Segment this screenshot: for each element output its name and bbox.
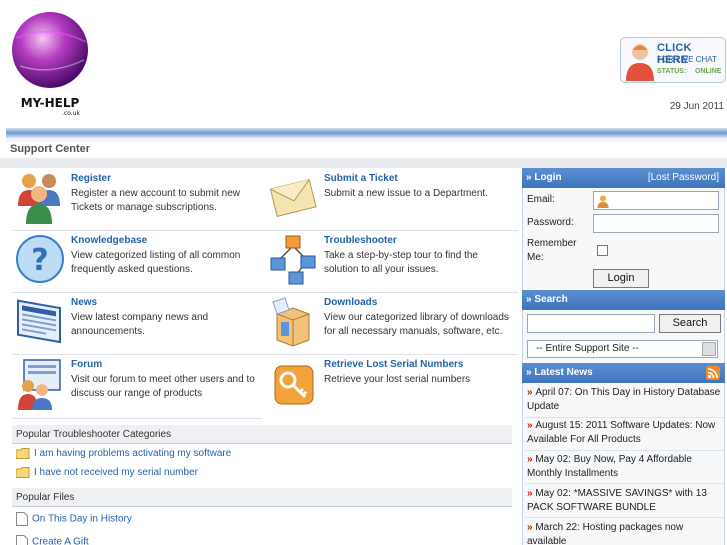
box-icon [272, 297, 310, 347]
module-news[interactable]: News View latest company news and announ… [12, 292, 264, 354]
user-icon [597, 195, 609, 208]
troubleshooter-link[interactable]: I have not received my serial number [16, 467, 198, 478]
search-scope-select[interactable]: -- Entire Support Site -- [527, 340, 718, 358]
login-button[interactable]: Login [593, 269, 649, 288]
remember-me-checkbox[interactable] [597, 245, 608, 256]
support-agent-icon [626, 44, 654, 81]
login-form: Email: Password: Remember Me: Login [522, 188, 725, 290]
login-heading: » Login [Lost Password] [522, 168, 725, 188]
svg-text:MY-HELP: MY-HELP [21, 96, 80, 110]
file-link[interactable]: On This Day in History [16, 512, 132, 526]
news-icon [17, 299, 61, 344]
news-item[interactable]: » May 02: Buy Now, Pay 4 Affordable Mont… [527, 453, 723, 481]
file-icon [16, 512, 28, 526]
module-divider [12, 230, 518, 231]
file-icon [16, 535, 28, 545]
file-link[interactable]: Create A Gift [16, 535, 89, 545]
remember-label: Remember [527, 238, 577, 249]
search-button[interactable]: Search [659, 314, 721, 333]
module-title[interactable]: Forum [71, 359, 102, 370]
news-divider [525, 417, 724, 418]
header-divider-light [6, 138, 727, 142]
search-heading-text: » Search [526, 294, 568, 305]
envelope-icon [269, 178, 317, 217]
search-input[interactable] [527, 314, 655, 333]
email-field[interactable] [593, 191, 719, 210]
module-description: View latest company news and announcemen… [71, 312, 209, 337]
email-label: Email: [527, 194, 555, 205]
module-register[interactable]: Register Register a new account to submi… [12, 168, 264, 230]
module-downloads[interactable]: Downloads View our categorized library o… [265, 292, 517, 354]
svg-text:?: ? [31, 243, 48, 278]
module-divider [12, 418, 262, 419]
module-forum[interactable]: Forum Visit our forum to meet other user… [12, 354, 264, 416]
module-title[interactable]: Troubleshooter [324, 235, 397, 246]
module-title[interactable]: Retrieve Lost Serial Numbers [324, 359, 464, 370]
module-knowledgebase[interactable]: ? Knowledgebase View categorized listing… [12, 230, 264, 292]
module-description: Visit our forum to meet other users and … [71, 374, 255, 399]
logo[interactable]: MY-HELP .co.uk [6, 6, 94, 118]
news-item[interactable]: » March 22: Hosting packages now availab… [527, 521, 723, 545]
live-chat-button[interactable]: CLICK HERE FOR LIVE CHAT STATUS: ONLINE [620, 37, 726, 83]
title-bar [0, 158, 727, 168]
header-divider [6, 128, 727, 138]
module-description: View categorized listing of all common f… [71, 250, 241, 275]
flowchart-icon [270, 235, 316, 285]
password-field[interactable] [593, 214, 719, 233]
module-submit-ticket[interactable]: Submit a Ticket Submit a new issue to a … [265, 168, 517, 230]
users-icon [18, 174, 60, 224]
modules-grid: Register Register a new account to submi… [12, 168, 518, 419]
module-title[interactable]: News [71, 297, 97, 308]
folder-icon [16, 448, 30, 459]
module-divider [12, 292, 518, 293]
module-description: View our categorized library of download… [324, 312, 509, 337]
page-title: Support Center [10, 143, 91, 155]
latest-news-list: » April 07: On This Day in History Datab… [522, 383, 725, 545]
login-heading-text: » Login [526, 172, 562, 183]
password-label: Password: [527, 217, 574, 228]
chevron-down-icon [702, 342, 716, 356]
module-description: Submit a new issue to a Department. [324, 188, 488, 199]
news-divider [525, 483, 724, 484]
news-divider [525, 450, 724, 451]
news-divider [525, 517, 724, 518]
folder-icon [16, 467, 30, 478]
module-description: Retrieve your lost serial numbers [324, 374, 471, 385]
news-item[interactable]: » April 07: On This Day in History Datab… [527, 386, 723, 414]
module-title[interactable]: Knowledgebase [71, 235, 147, 246]
remember-label-2: Me: [527, 252, 544, 263]
module-description: Register a new account to submit new Tic… [71, 188, 240, 213]
current-date: 29 Jun 2011 [669, 101, 724, 112]
module-divider [12, 354, 518, 355]
forum-icon [18, 359, 61, 410]
key-icon [274, 365, 314, 405]
search-form: Search -- Entire Support Site -- [522, 310, 725, 363]
troubleshooter-categories-heading: Popular Troubleshooter Categories [12, 425, 512, 444]
search-heading: » Search [522, 290, 725, 310]
module-troubleshooter[interactable]: Troubleshooter Take a step-by-step tour … [265, 230, 517, 292]
latest-news-heading-text: » Latest News [526, 367, 593, 378]
question-icon: ? [16, 235, 64, 283]
svg-text:.co.uk: .co.uk [62, 110, 80, 117]
news-item[interactable]: » May 02: *MASSIVE SAVINGS* with 13 PACK… [527, 487, 723, 515]
rss-icon[interactable] [706, 366, 720, 380]
news-item[interactable]: » August 15: 2011 Software Updates: Now … [527, 419, 723, 447]
module-description: Take a step-by-step tour to find the sol… [324, 250, 478, 275]
lost-password-link[interactable]: [Lost Password] [648, 172, 719, 183]
latest-news-heading: » Latest News [522, 363, 725, 383]
module-title[interactable]: Submit a Ticket [324, 173, 398, 184]
troubleshooter-link[interactable]: I am having problems activating my softw… [16, 448, 231, 459]
module-lost-serials[interactable]: Retrieve Lost Serial Numbers Retrieve yo… [265, 354, 517, 416]
sidebar: » Login [Lost Password] Email: Password:… [522, 168, 725, 545]
module-title[interactable]: Downloads [324, 297, 377, 308]
popular-files-heading: Popular Files [12, 488, 512, 507]
header: MY-HELP .co.uk CLICK HERE FOR LIVE CHAT … [0, 0, 727, 128]
module-title[interactable]: Register [71, 173, 111, 184]
